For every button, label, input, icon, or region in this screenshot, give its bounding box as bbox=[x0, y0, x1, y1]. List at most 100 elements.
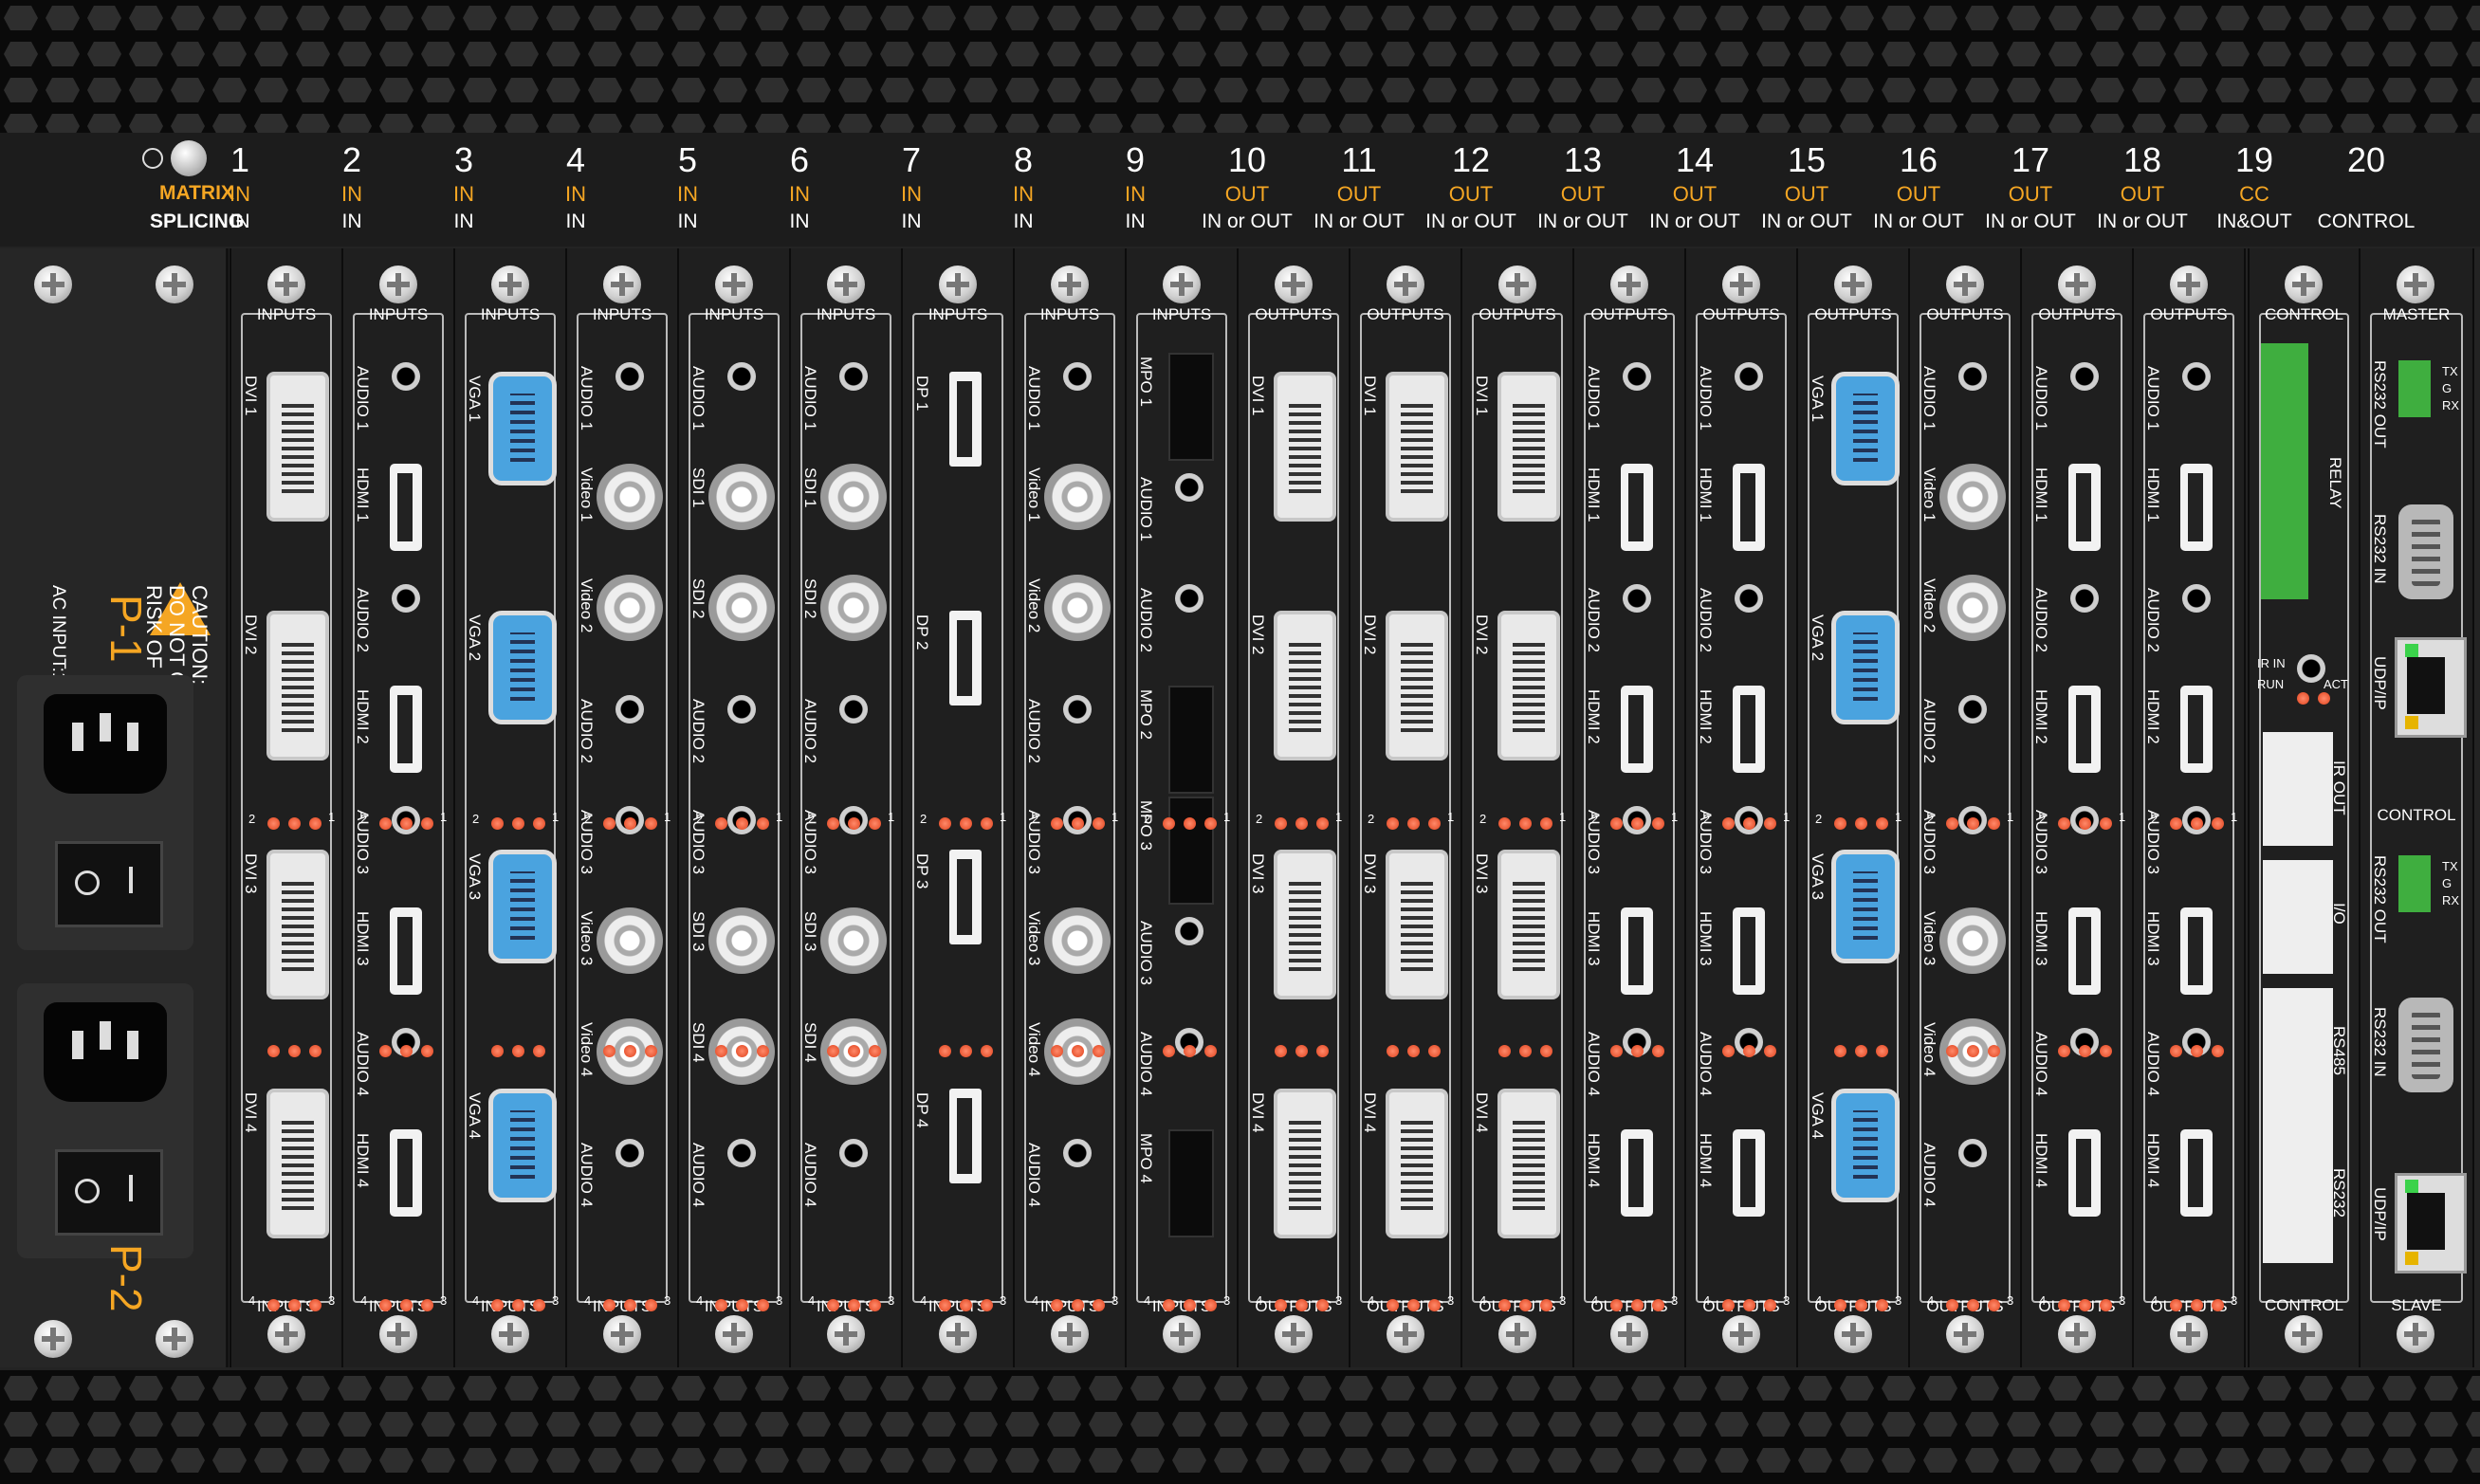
ir-out-terminal[interactable] bbox=[2263, 732, 2333, 846]
dp-port[interactable] bbox=[949, 611, 982, 705]
hdmi-port[interactable] bbox=[2180, 464, 2213, 551]
vga-port[interactable] bbox=[1831, 1089, 1900, 1202]
dvi-port[interactable] bbox=[1274, 372, 1336, 522]
audio-jack[interactable] bbox=[1735, 362, 1763, 391]
dvi-port[interactable] bbox=[266, 611, 329, 760]
mpo-port[interactable] bbox=[1168, 1129, 1214, 1237]
ir-in-jack[interactable] bbox=[2297, 654, 2325, 683]
dp-port[interactable] bbox=[949, 850, 982, 944]
dp-port[interactable] bbox=[949, 1089, 982, 1183]
hdmi-port[interactable] bbox=[1621, 686, 1653, 773]
audio-jack[interactable] bbox=[839, 1139, 868, 1167]
rs232-in-port[interactable] bbox=[2398, 504, 2453, 599]
bnc-port[interactable] bbox=[1939, 575, 2006, 641]
dvi-port[interactable] bbox=[1497, 611, 1560, 760]
bnc-port[interactable] bbox=[597, 907, 663, 974]
rs232-out-terminal[interactable] bbox=[2398, 360, 2431, 417]
vga-port[interactable] bbox=[488, 372, 557, 486]
rs232-out-terminal-2[interactable] bbox=[2398, 855, 2431, 912]
audio-jack[interactable] bbox=[727, 1139, 756, 1167]
audio-jack[interactable] bbox=[2070, 584, 2099, 613]
io-terminal[interactable] bbox=[2263, 860, 2333, 974]
audio-jack[interactable] bbox=[839, 695, 868, 724]
audio-jack[interactable] bbox=[1958, 1139, 1987, 1167]
audio-jack[interactable] bbox=[392, 584, 420, 613]
serial-terminal[interactable] bbox=[2263, 988, 2333, 1263]
audio-jack[interactable] bbox=[615, 695, 644, 724]
hdmi-port[interactable] bbox=[390, 1129, 422, 1217]
udp-ip-port-2[interactable] bbox=[2395, 1173, 2467, 1273]
rs232-in-port-2[interactable] bbox=[2398, 998, 2453, 1092]
audio-jack[interactable] bbox=[1958, 362, 1987, 391]
audio-jack[interactable] bbox=[1958, 695, 1987, 724]
audio-jack[interactable] bbox=[615, 1139, 644, 1167]
audio-jack[interactable] bbox=[1063, 362, 1092, 391]
bnc-port[interactable] bbox=[1044, 907, 1111, 974]
hdmi-port[interactable] bbox=[390, 907, 422, 995]
hdmi-port[interactable] bbox=[2068, 464, 2101, 551]
dvi-port[interactable] bbox=[1497, 850, 1560, 999]
hdmi-port[interactable] bbox=[2068, 1129, 2101, 1217]
hdmi-port[interactable] bbox=[390, 464, 422, 551]
bnc-port[interactable] bbox=[820, 907, 887, 974]
dvi-port[interactable] bbox=[266, 1089, 329, 1238]
bnc-port[interactable] bbox=[1939, 907, 2006, 974]
bnc-port[interactable] bbox=[708, 464, 775, 530]
audio-jack[interactable] bbox=[1175, 473, 1203, 502]
bnc-port[interactable] bbox=[708, 907, 775, 974]
hdmi-port[interactable] bbox=[1621, 1129, 1653, 1217]
vga-port[interactable] bbox=[1831, 850, 1900, 963]
mpo-port[interactable] bbox=[1168, 797, 1214, 905]
mpo-port[interactable] bbox=[1168, 353, 1214, 461]
dvi-port[interactable] bbox=[266, 850, 329, 999]
hdmi-port[interactable] bbox=[2180, 1129, 2213, 1217]
audio-jack[interactable] bbox=[2182, 584, 2211, 613]
audio-jack[interactable] bbox=[1063, 695, 1092, 724]
audio-jack[interactable] bbox=[615, 362, 644, 391]
dvi-port[interactable] bbox=[1497, 372, 1560, 522]
power-switch-1[interactable] bbox=[55, 841, 163, 927]
vga-port[interactable] bbox=[1831, 611, 1900, 724]
hdmi-port[interactable] bbox=[2180, 907, 2213, 995]
mpo-port[interactable] bbox=[1168, 686, 1214, 794]
power-inlet[interactable] bbox=[44, 1002, 167, 1102]
dvi-port[interactable] bbox=[1386, 1089, 1448, 1238]
hdmi-port[interactable] bbox=[1621, 464, 1653, 551]
audio-jack[interactable] bbox=[839, 362, 868, 391]
udp-ip-port[interactable] bbox=[2395, 637, 2467, 738]
relay-terminal-block[interactable] bbox=[2261, 343, 2308, 599]
hdmi-port[interactable] bbox=[1733, 464, 1765, 551]
bnc-port[interactable] bbox=[597, 464, 663, 530]
hdmi-port[interactable] bbox=[390, 686, 422, 773]
dvi-port[interactable] bbox=[1386, 611, 1448, 760]
bnc-port[interactable] bbox=[1939, 464, 2006, 530]
hdmi-port[interactable] bbox=[1621, 907, 1653, 995]
bnc-port[interactable] bbox=[1044, 464, 1111, 530]
bnc-port[interactable] bbox=[597, 575, 663, 641]
dvi-port[interactable] bbox=[1274, 1089, 1336, 1238]
dp-port[interactable] bbox=[949, 372, 982, 467]
dvi-port[interactable] bbox=[1386, 372, 1448, 522]
vga-port[interactable] bbox=[1831, 372, 1900, 486]
power-switch-2[interactable] bbox=[55, 1149, 163, 1236]
dvi-port[interactable] bbox=[266, 372, 329, 522]
audio-jack[interactable] bbox=[392, 362, 420, 391]
bnc-port[interactable] bbox=[820, 575, 887, 641]
bnc-port[interactable] bbox=[820, 464, 887, 530]
audio-jack[interactable] bbox=[1175, 584, 1203, 613]
audio-jack[interactable] bbox=[727, 695, 756, 724]
audio-jack[interactable] bbox=[2182, 362, 2211, 391]
vga-port[interactable] bbox=[488, 1089, 557, 1202]
hdmi-port[interactable] bbox=[2068, 907, 2101, 995]
dvi-port[interactable] bbox=[1274, 850, 1336, 999]
hdmi-port[interactable] bbox=[1733, 1129, 1765, 1217]
hdmi-port[interactable] bbox=[1733, 907, 1765, 995]
audio-jack[interactable] bbox=[727, 362, 756, 391]
bnc-port[interactable] bbox=[708, 575, 775, 641]
hdmi-port[interactable] bbox=[2180, 686, 2213, 773]
hdmi-port[interactable] bbox=[1733, 686, 1765, 773]
audio-jack[interactable] bbox=[1623, 584, 1651, 613]
vga-port[interactable] bbox=[488, 850, 557, 963]
vga-port[interactable] bbox=[488, 611, 557, 724]
audio-jack[interactable] bbox=[1175, 917, 1203, 945]
